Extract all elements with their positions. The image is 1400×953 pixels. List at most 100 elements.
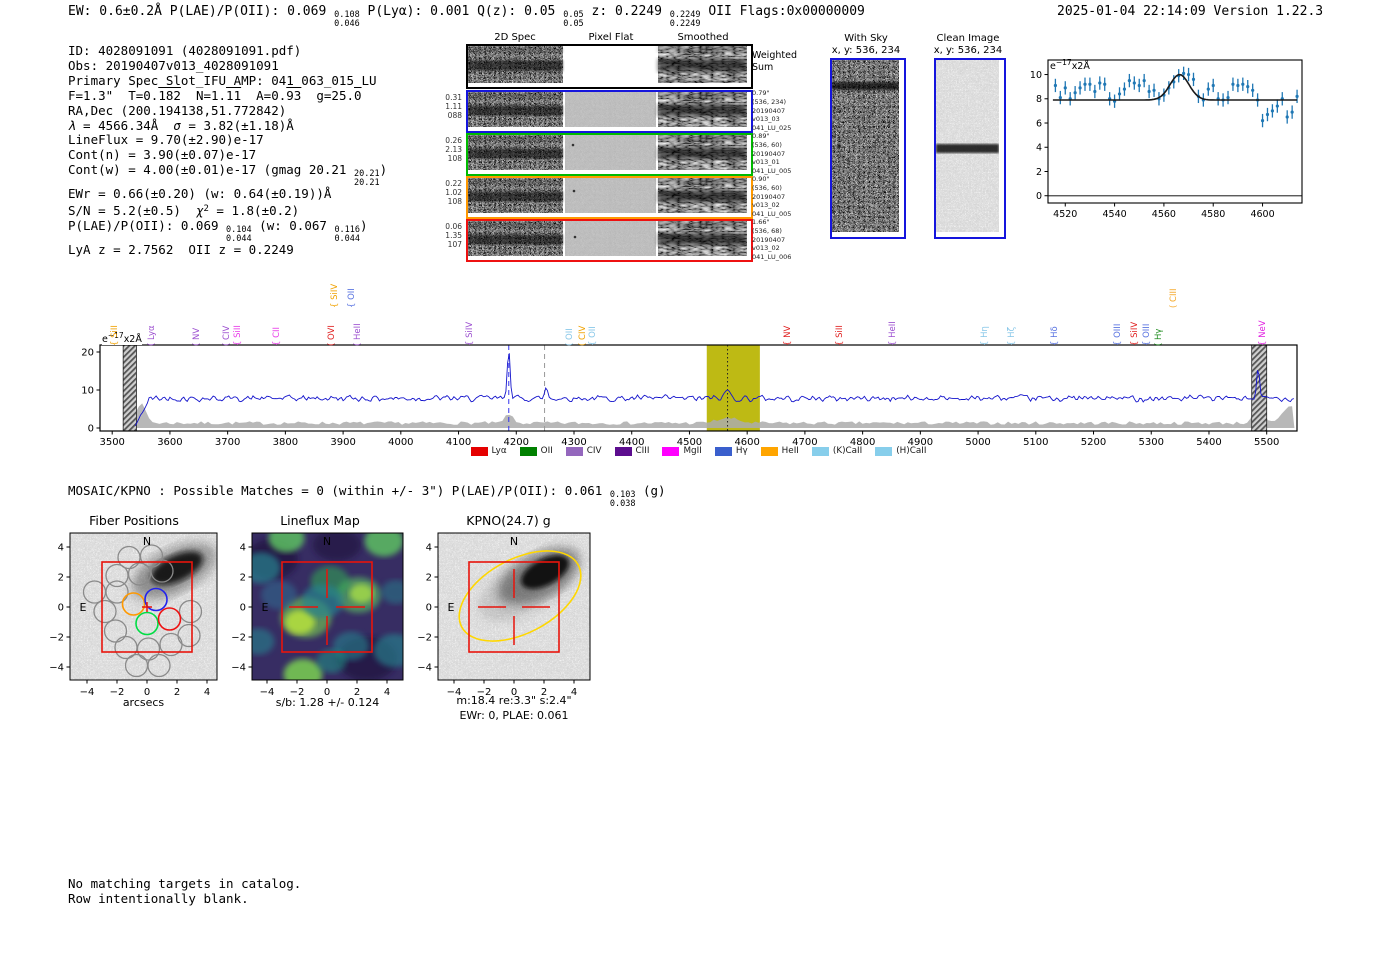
- svg-text:2: 2: [58, 573, 64, 584]
- info-line: λ = 4566.34Å σ = 3.82(±1.18)Å: [68, 117, 294, 133]
- elixer-report-page: { "header": { "left": [ {"t":"EW: 0.6±0.…: [0, 0, 1400, 953]
- lineflux-map-xlabel: s/b: 1.28 +/- 0.124: [275, 696, 380, 709]
- weighted-sum-label: Weighted Sum: [752, 50, 797, 73]
- spec2d-row: [466, 44, 753, 89]
- spec2d-row: [466, 133, 753, 176]
- svg-text:2: 2: [426, 573, 432, 584]
- legend-item: Lyα: [470, 446, 507, 456]
- svg-text:−2: −2: [49, 633, 64, 644]
- svg-text:0: 0: [88, 424, 94, 435]
- col-header-pixelflat: Pixel Flat: [588, 32, 634, 43]
- svg-text:4560: 4560: [1152, 209, 1176, 220]
- svg-text:20: 20: [81, 348, 94, 359]
- svg-text:−4: −4: [417, 663, 432, 674]
- svg-text:N: N: [323, 535, 331, 548]
- svg-text:−2: −2: [417, 633, 432, 644]
- row-left-labels: 0.31 1.11 088: [445, 93, 462, 120]
- hi-lo-bounds: 0.116 0.044: [334, 225, 361, 244]
- info-line: RA,Dec (200.194138,51.772842): [68, 102, 287, 118]
- flux-unit-label: e−17x2Å: [102, 331, 142, 346]
- svg-text:4520: 4520: [1053, 209, 1077, 220]
- svg-text:−2: −2: [231, 633, 246, 644]
- spec2d-row: [466, 176, 753, 219]
- row-right-labels: 0.79" (536, 234) 20190407 v013_03 041_LU_025: [752, 89, 792, 133]
- svg-text:4600: 4600: [1250, 209, 1274, 220]
- info-line: S/N = 5.2(±0.5) χ2 = 1.8(±0.2): [68, 203, 300, 219]
- line-fit-plot: 4520 4540 4560 4580 4600 0 2 4 6 8 10: [1030, 52, 1320, 224]
- hi-lo-bounds: 0.2249 0.2249: [669, 10, 701, 29]
- summary-header: EW: 0.6±0.2Å P(LAE)/P(OII): 0.069 0.108 0…: [68, 4, 865, 29]
- timestamp-version: 2025-01-04 22:14:09 Version 1.22.3: [1057, 4, 1324, 19]
- col-header-2dspec: 2D Spec: [494, 32, 536, 43]
- svg-text:E: E: [262, 601, 269, 614]
- legend-swatch: [470, 446, 488, 456]
- legend-item: HeII: [760, 446, 799, 456]
- lineflux-map-plot: −4 −2 0 2 4 4 2 0 −2 −4 N E: [220, 508, 420, 708]
- row-left-labels: 0.22 1.02 108: [445, 179, 462, 206]
- hi-lo-bounds: 0.05 0.05: [563, 10, 584, 29]
- svg-text:4: 4: [1036, 143, 1042, 154]
- spec2d-row: [466, 219, 753, 262]
- svg-text:8: 8: [1036, 94, 1042, 105]
- legend-item: (H)CaII: [875, 446, 926, 456]
- legend-item: MgII: [662, 446, 702, 456]
- spec2d-row: [466, 90, 753, 133]
- info-line: P(LAE)/P(OII): 0.069 0.104 0.044 (w: 0.06…: [68, 218, 368, 244]
- svg-text:−4: −4: [49, 663, 64, 674]
- legend-swatch: [614, 446, 632, 456]
- hi-lo-bounds: 0.103 0.038: [609, 490, 636, 509]
- fiber-positions-plot: −4 −2 0 2 4 4 2 0 −2 −4 N E: [38, 508, 230, 708]
- spectrum-legend: Lyα OII CIV CIII MgII Hγ HeII (K)CaII (H)CaII: [100, 446, 1297, 456]
- svg-text:0: 0: [1036, 191, 1042, 202]
- kpno-xlabel2: EWr: 0, PLAE: 0.061: [459, 709, 569, 722]
- legend-swatch: [519, 446, 537, 456]
- col-header-smoothed: Smoothed: [677, 32, 729, 43]
- legend-item: (K)CaII: [811, 446, 862, 456]
- flux-unit-label: e−17x2Å: [1050, 58, 1090, 73]
- row-right-labels: 0.90" (536, 60) 20190407 v013_02 041_LU_005: [752, 175, 792, 219]
- row-left-labels: 0.06 1.35 107: [445, 222, 462, 249]
- info-line: Obs: 20190407v013_4028091091: [68, 57, 279, 73]
- fiber-positions-xlabel: arcsecs: [122, 696, 165, 709]
- svg-text:10: 10: [1030, 70, 1042, 81]
- row-right-labels: 0.89" (536, 60) 20190407 v013_01 041_LU_005: [752, 132, 792, 176]
- row-right-labels: 1.66" (536, 68) 20190407 v013_02 041_LU_006: [752, 218, 792, 262]
- legend-item: Hγ: [714, 446, 748, 456]
- hi-lo-bounds: 0.104 0.044: [226, 225, 252, 244]
- svg-text:E: E: [448, 601, 455, 614]
- svg-text:N: N: [510, 535, 518, 548]
- svg-text:6: 6: [1036, 118, 1042, 129]
- detection-info-block: ID: 4028091091 (4028091091.pdf) Obs: 2019…: [68, 43, 387, 258]
- svg-text:0: 0: [58, 603, 64, 614]
- svg-text:2: 2: [1036, 167, 1042, 178]
- with-sky-image: [830, 58, 906, 239]
- legend-swatch: [811, 446, 829, 456]
- svg-text:0: 0: [426, 603, 432, 614]
- info-line: F=1.3" T=0.182 N=1.11 A=0.93 g=25.0: [68, 87, 362, 103]
- info-line: Primary Spec_Slot_IFU_AMP: 041_063_015_L…: [68, 72, 377, 88]
- legend-swatch: [875, 446, 893, 456]
- legend-swatch: [714, 446, 732, 456]
- svg-text:4: 4: [58, 543, 64, 554]
- legend-swatch: [662, 446, 680, 456]
- svg-text:−4: −4: [231, 663, 246, 674]
- svg-text:4: 4: [426, 543, 432, 554]
- svg-text:4: 4: [240, 543, 246, 554]
- hi-lo-bounds: 20.21 20.21: [353, 169, 380, 188]
- kpno-plot: −4 −2 0 2 4 4 2 0 −2 −4 N E: [406, 508, 611, 708]
- svg-text:N: N: [143, 535, 151, 548]
- info-line: Cont(n) = 3.90(±0.07)e-17: [68, 147, 257, 163]
- svg-text:10: 10: [81, 386, 94, 397]
- info-line: LineFlux = 9.70(±2.90)e-17: [68, 132, 264, 148]
- row-left-labels: 0.26 2.13 108: [445, 136, 462, 163]
- mosaic-match-line: MOSAIC/KPNO : Possible Matches = 0 (with…: [68, 483, 666, 509]
- info-line: EWr = 0.66(±0.20) (w: 0.64(±0.19))Å: [68, 186, 332, 202]
- legend-swatch: [760, 446, 778, 456]
- footer-line: Row intentionally blank.: [68, 891, 249, 906]
- footer-line: No matching targets in catalog.: [68, 876, 302, 891]
- svg-text:4580: 4580: [1201, 209, 1225, 220]
- legend-item: CIV: [565, 446, 602, 456]
- kpno-xlabel: m:18.4 re:3.3" s:2.4": [456, 694, 572, 707]
- legend-item: CIII: [614, 446, 649, 456]
- clean-image: [934, 58, 1006, 239]
